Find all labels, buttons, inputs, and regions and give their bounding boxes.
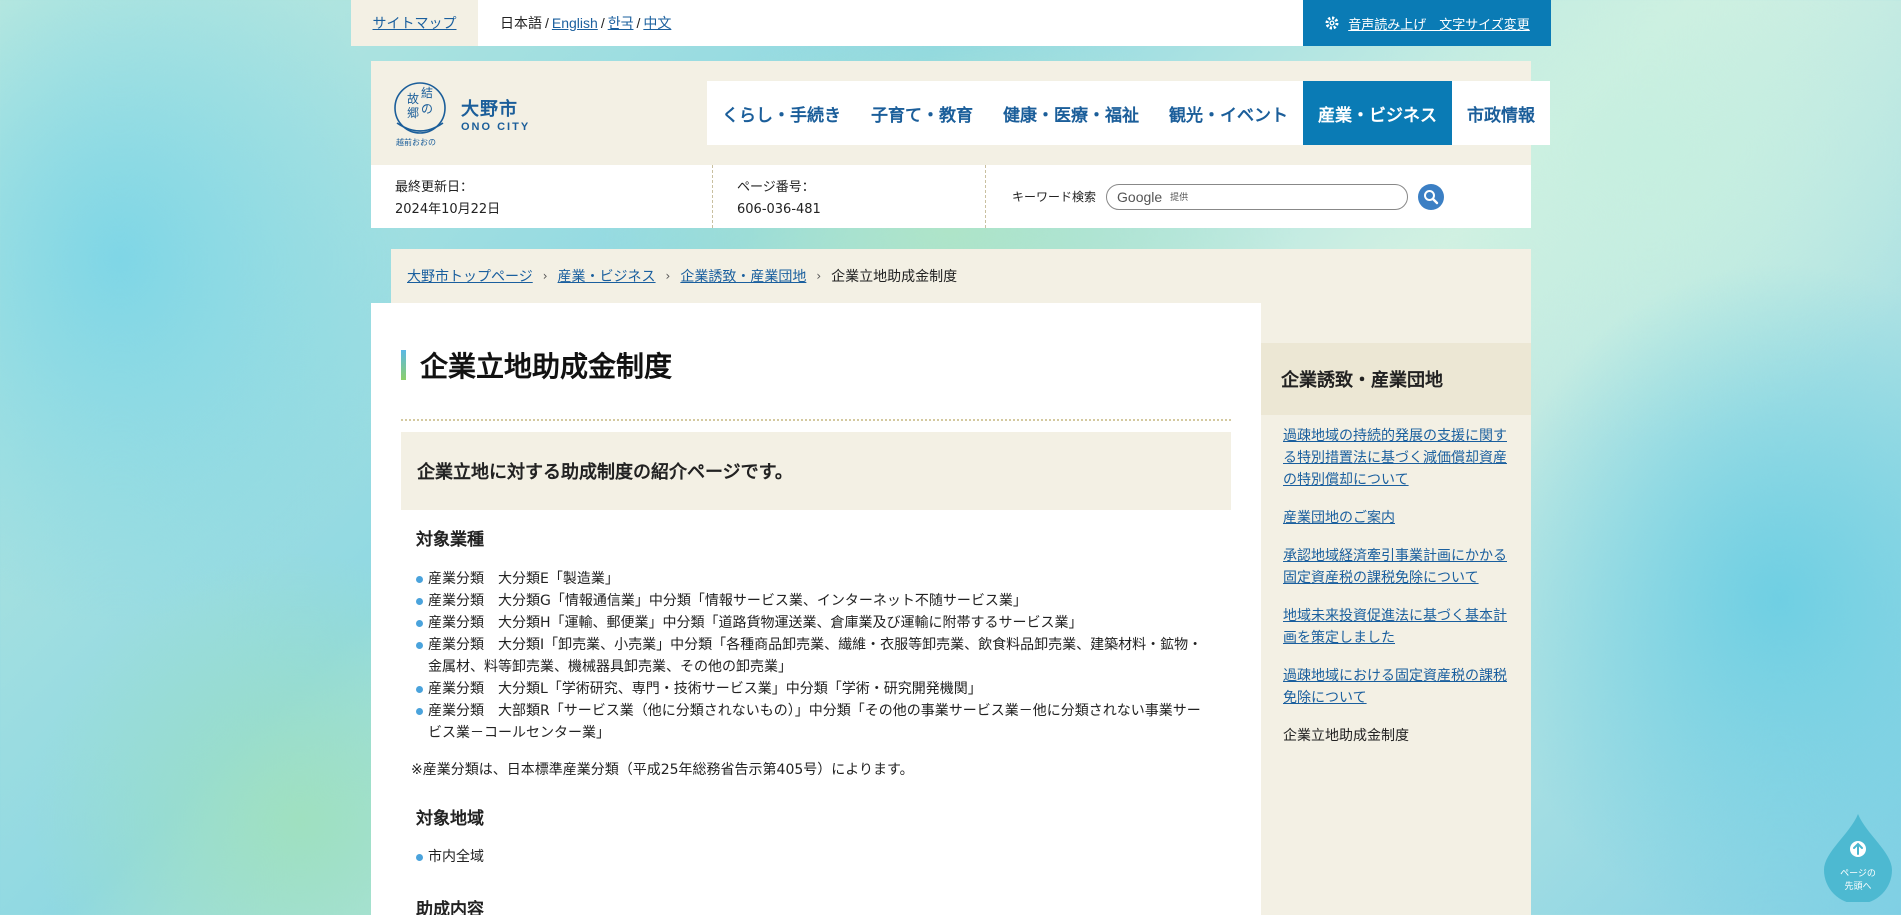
search-input[interactable]: Google 提供 (1106, 183, 1409, 210)
lang-korean-link[interactable]: 한국 (608, 13, 634, 33)
city-emblem-logo: 故 結 郷 の 越前おおの (394, 82, 446, 147)
breadcrumb-attraction[interactable]: 企業誘致・産業団地 (680, 266, 806, 286)
page-top-line2: 先頭へ (1844, 880, 1871, 892)
side-link-current: 企業立地助成金制度 (1283, 728, 1409, 744)
list-item: 産業分類 大分類L「学術研究、専門・技術サービス業」中分類「学術・研究開発機関」 (416, 678, 1206, 700)
breadcrumb-top[interactable]: 大野市トップページ (407, 266, 533, 286)
side-nav-heading: 企業誘致・産業団地 (1261, 343, 1531, 415)
section-heading-industries: 対象業種 (416, 530, 484, 550)
breadcrumb-current: 企業立地助成金制度 (831, 269, 958, 285)
side-link-basic-plan[interactable]: 地域未来投資促進法に基づく基本計画を策定しました (1283, 608, 1507, 646)
site-logo[interactable]: 故 結 郷 の 越前おおの 大野市 ONO CITY (391, 81, 530, 147)
city-name-jp: 大野市 (461, 99, 518, 120)
page-number: ページ番号： 606-036-481 (713, 165, 986, 228)
lang-current: 日本語 (500, 15, 542, 31)
sitemap-cell: サイトマップ (351, 0, 478, 46)
lead-box: 企業立地に対する助成制度の紹介ページです。 (401, 432, 1231, 510)
nav-living[interactable]: くらし・手続き (707, 81, 856, 145)
main-content: 企業立地助成金制度 企業立地に対する助成制度の紹介ページです。 対象業種 産業分… (371, 303, 1261, 915)
nav-industry[interactable]: 産業・ビジネス (1303, 81, 1452, 145)
last-updated-value: 2024年10月22日 (395, 202, 501, 217)
list-item: 産業分類 大分類G「情報通信業」中分類「情報サービス業、インターネット不随サービ… (416, 590, 1206, 612)
sitemap-link[interactable]: サイトマップ (373, 13, 457, 33)
last-updated-label: 最終更新日： (395, 180, 474, 195)
page-title-text: 企業立地助成金制度 (420, 350, 673, 383)
utility-bar: サイトマップ 日本語 / English / 한국 / 中文 音声読み上げ 文字サイズ… (351, 0, 1551, 46)
industry-list: 産業分類 大分類E「製造業」 産業分類 大分類G「情報通信業」中分類「情報サービ… (416, 568, 1206, 744)
industry-note: ※産業分類は、日本標準産業分類（平成25年総務省告示第405号）によります。 (411, 762, 914, 778)
list-item: 産業分類 大分類H「運輸、郵便業」中分類「道路貨物運送業、倉庫業及び運輸に附帯す… (416, 612, 1206, 634)
lang-separator: / (636, 15, 641, 31)
chevron-right-icon: › (816, 269, 822, 283)
page-top-button[interactable]: ページの 先頭へ (1822, 812, 1894, 902)
page-number-label: ページ番号： (737, 180, 815, 195)
logo-wordmark: 大野市 ONO CITY (461, 95, 530, 133)
svg-text:結: 結 (421, 86, 433, 100)
page-title: 企業立地助成金制度 (401, 345, 672, 385)
page-top-line1: ページの (1840, 869, 1876, 879)
language-switcher: 日本語 / English / 한국 / 中文 (478, 0, 1303, 46)
section-heading-subsidy: 助成内容 (416, 900, 484, 915)
chevron-right-icon: › (542, 269, 548, 283)
breadcrumb-industry[interactable]: 産業・ビジネス (558, 266, 656, 286)
page-info-row: 最終更新日： 2024年10月22日 ページ番号： 606-036-481 キー… (371, 165, 1531, 228)
divider (401, 419, 1231, 421)
region-list: 市内全域 (416, 846, 1206, 868)
chevron-right-icon: › (665, 269, 671, 283)
section-heading-region: 対象地域 (416, 809, 484, 829)
svg-text:の: の (421, 102, 433, 116)
last-updated: 最終更新日： 2024年10月22日 (371, 165, 713, 228)
side-link-depreciation[interactable]: 過疎地域の持続的発展の支援に関する特別措置法に基づく減価償却資産の特別償却につい… (1283, 428, 1507, 488)
side-nav: 企業誘致・産業団地 過疎地域の持続的発展の支援に関する特別措置法に基づく減価償却… (1261, 303, 1531, 915)
google-label: Google (1117, 188, 1163, 205)
nav-childcare[interactable]: 子育て・教育 (856, 81, 988, 145)
lang-chinese-link[interactable]: 中文 (643, 13, 671, 33)
breadcrumb: 大野市トップページ › 産業・ビジネス › 企業誘致・産業団地 › 企業立地助成… (391, 249, 1531, 303)
nav-health[interactable]: 健康・医療・福祉 (988, 81, 1154, 145)
page-number-value: 606-036-481 (737, 202, 821, 217)
title-accent-bar (401, 350, 406, 380)
search-button[interactable] (1418, 183, 1445, 210)
lang-separator: / (545, 15, 549, 31)
side-nav-list: 過疎地域の持続的発展の支援に関する特別措置法に基づく減価償却資産の特別償却につい… (1283, 425, 1519, 763)
lang-separator: / (600, 15, 605, 31)
accessibility-link[interactable]: 音声読み上げ 文字サイズ変更 (1348, 14, 1530, 33)
side-link-depopulated-tax[interactable]: 過疎地域における固定資産税の課税免除について (1283, 668, 1507, 706)
global-nav: くらし・手続き 子育て・教育 健康・医療・福祉 観光・イベント 産業・ビジネス … (707, 81, 1550, 145)
logo-badge-text: 故 (407, 91, 419, 106)
list-item: 産業分類 大分類I「卸売業、小売業」中分類「各種商品卸売業、繊維・衣服等卸売業、… (416, 634, 1206, 678)
accessibility-panel: 音声読み上げ 文字サイズ変更 (1303, 0, 1551, 46)
list-item: 産業分類 大分類E「製造業」 (416, 568, 1206, 590)
provided-label: 提供 (1170, 193, 1189, 203)
side-link-industrial-park[interactable]: 産業団地のご案内 (1283, 510, 1395, 526)
svg-text:郷: 郷 (407, 106, 419, 120)
lang-english-link[interactable]: English (552, 15, 598, 31)
keyword-search: キーワード検索 Google 提供 (986, 165, 1445, 228)
search-label: キーワード検索 (1012, 190, 1097, 204)
list-item: 産業分類 大部類R「サービス業（他に分類されないもの）」中分類「その他の事業サー… (416, 700, 1206, 744)
list-item: 市内全域 (416, 846, 1206, 868)
side-link-tax-exemption[interactable]: 承認地域経済牽引事業計画にかかる固定資産税の課税免除について (1283, 548, 1507, 586)
logo-badge-sub: 越前おおの (396, 137, 436, 147)
search-icon (1424, 189, 1439, 204)
gear-icon (1325, 16, 1339, 30)
city-name-en: ONO CITY (461, 121, 531, 133)
nav-tourism[interactable]: 観光・イベント (1154, 81, 1303, 145)
nav-cityinfo[interactable]: 市政情報 (1452, 81, 1550, 145)
